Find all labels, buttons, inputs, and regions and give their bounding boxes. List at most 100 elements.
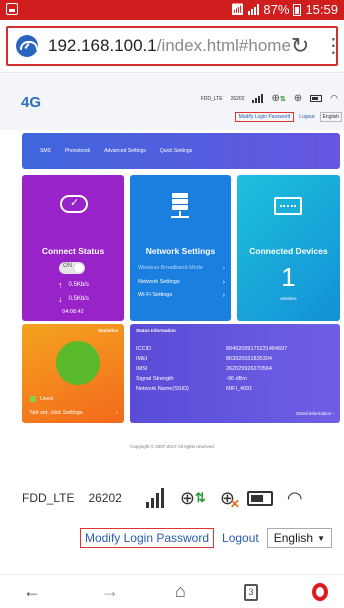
chevron-right-icon: › (222, 265, 225, 272)
notification-icon (6, 3, 18, 15)
status-information-title: Status Information (136, 328, 176, 333)
chevron-right-icon: › (332, 411, 335, 416)
connected-devices-title: Connected Devices (249, 246, 328, 256)
back-icon[interactable]: ← (23, 581, 41, 602)
statistics-settings-link[interactable]: Not set, click Settings › (30, 410, 118, 416)
info-row: Network Name(SSID) MIFI_4091 (136, 384, 306, 394)
info-value: -96 dBm (226, 376, 247, 382)
forward-icon[interactable]: → (101, 581, 119, 602)
logout-link[interactable]: Logout (299, 114, 314, 120)
info-key: Network Name(SSID) (136, 386, 189, 392)
url-text[interactable]: 192.168.100.1/index.html#home (48, 36, 291, 56)
chevron-right-icon: › (222, 279, 225, 286)
browser-toolbar: 192.168.100.1/index.html#home ↻ ⋮ (0, 20, 344, 73)
nav-advanced-settings[interactable]: Advanced Settings (104, 148, 146, 154)
address-bar[interactable]: 192.168.100.1/index.html#home ↻ ⋮ (6, 26, 343, 66)
used-swatch (30, 396, 36, 402)
connection-toggle[interactable]: ON (59, 262, 85, 274)
nav-sms[interactable]: SMS (40, 148, 51, 154)
info-value: 89492099175231484697 (226, 346, 288, 352)
language-select[interactable]: English (319, 112, 342, 122)
detail-information-link[interactable]: Detail information › (296, 411, 334, 416)
toggle-knob (74, 263, 84, 273)
link-label: Wireless Broadband Mode (138, 265, 203, 271)
data-transfer-icon: ⇅ (194, 490, 206, 505)
info-row: ICCID 89492099175231484697 (136, 344, 306, 354)
reload-icon[interactable]: ↻ (291, 33, 309, 59)
status-bar-large: FDD_LTE 26202 ⊕ ⇅ ⊕ ✕ ◠ (0, 478, 344, 518)
more-menu-icon[interactable]: ⋮ (323, 36, 343, 56)
info-row: IMEI 863920031835304 (136, 354, 306, 364)
network-type: FDD_LTE (200, 95, 223, 102)
speed-dial-icon[interactable] (16, 35, 38, 57)
signal-icon (252, 94, 264, 103)
battery-percent: 87% (263, 2, 290, 17)
wifi-icon: 📶︎ (230, 4, 245, 16)
network-settings-tile[interactable]: Network Settings Wireless Broadband Mode… (130, 175, 231, 321)
link-label: Wi-Fi Settings (138, 292, 173, 298)
header-links: Modify Login Password Logout English (234, 112, 342, 122)
signal-icon-large (145, 488, 164, 508)
roaming-icon: ⊕ (293, 93, 303, 104)
tabs-icon[interactable]: 3 (244, 584, 258, 601)
clock: 15:59 (305, 2, 338, 17)
router-header: 4G FDD_LTE 26202 ⊕⇅ ⊕ ◠ Modify Login Pas… (0, 74, 344, 130)
chevron-right-icon: › (116, 410, 118, 416)
url-path: /index.html#home (156, 36, 291, 55)
download-arrow-icon: ↓ (58, 294, 63, 304)
download-rate-value: 0.5Kb/s (68, 296, 89, 302)
logout-link-large[interactable]: Logout (222, 531, 259, 545)
language-select-large[interactable]: English ▼ (266, 528, 332, 548)
info-value: 262029926270564 (226, 366, 272, 372)
cloud-check-icon (60, 195, 88, 213)
network-type-large: FDD_LTE (22, 491, 75, 505)
link-wifi-settings[interactable]: Wi-Fi Settings › (138, 292, 225, 299)
device-type-label: wireless (280, 296, 297, 301)
usage-pie-chart (56, 341, 100, 385)
status-info-table: ICCID 89492099175231484697 IMEI 8639200318… (136, 344, 306, 394)
status-icons: 📶︎ 87% 15:59 (230, 2, 338, 17)
info-key: IMSI (136, 366, 148, 372)
url-host: 192.168.100.1 (48, 36, 157, 55)
connection-uptime: 04:08:42 (62, 309, 84, 315)
battery-icon (310, 95, 323, 102)
download-rate: ↓ 0.5Kb/s (58, 294, 89, 304)
cell-signal-icon (248, 4, 260, 15)
upload-rate-value: 0.5Kb/s (68, 282, 89, 288)
battery-icon (293, 3, 302, 16)
link-network-settings[interactable]: Network Settings › (138, 279, 225, 286)
modify-password-link-large[interactable]: Modify Login Password (79, 528, 215, 548)
battery-icon-large (246, 490, 273, 506)
server-icon (169, 193, 191, 219)
router-icon (274, 197, 302, 215)
wifi-icon-large: ◠ (286, 487, 303, 508)
used-legend: Used (30, 396, 53, 402)
info-row: Signal Strength -96 dBm (136, 374, 306, 384)
device-count: 1 (281, 262, 296, 292)
info-key: Signal Strength (136, 376, 174, 382)
status-information-tile: Status Information ICCID 8949209917523148… (130, 324, 340, 423)
link-wireless-broadband-mode[interactable]: Wireless Broadband Mode › (138, 265, 225, 272)
operator-code-large: 26202 (88, 491, 122, 505)
chevron-right-icon: › (222, 292, 225, 299)
info-value: MIFI_4091 (226, 386, 253, 392)
modify-password-link[interactable]: Modify Login Password (234, 112, 295, 122)
upload-rate: ↑ 0.5Kb/s (58, 280, 89, 290)
home-icon[interactable]: ⌂ (175, 581, 186, 602)
nav-quick-settings[interactable]: Quick Settings (160, 148, 192, 154)
caret-down-icon: ▼ (317, 533, 325, 543)
notset-label: Not set, click Settings (30, 410, 83, 416)
link-label: Network Settings (138, 279, 180, 285)
network-settings-title: Network Settings (145, 246, 216, 256)
statistics-tile[interactable]: Statistics Used Not set, click Settings › (22, 324, 124, 423)
used-label: Used (40, 396, 53, 402)
nav-phonebook[interactable]: Phonebook (65, 148, 90, 154)
opera-menu-icon[interactable] (312, 583, 328, 601)
account-links-large: Modify Login Password Logout English ▼ (79, 528, 332, 548)
detail-label: Detail information (296, 411, 332, 416)
connected-devices-tile[interactable]: Connected Devices 1 wireless (237, 175, 340, 321)
upload-arrow-icon: ↑ (58, 280, 63, 290)
main-nav: SMS Phonebook Advanced Settings Quick Se… (22, 133, 340, 169)
toggle-label: ON (63, 263, 72, 269)
connect-status-tile[interactable]: Connect Status ON ↑ 0.5Kb/s ↓ 0.5Kb/s 04… (22, 175, 124, 321)
